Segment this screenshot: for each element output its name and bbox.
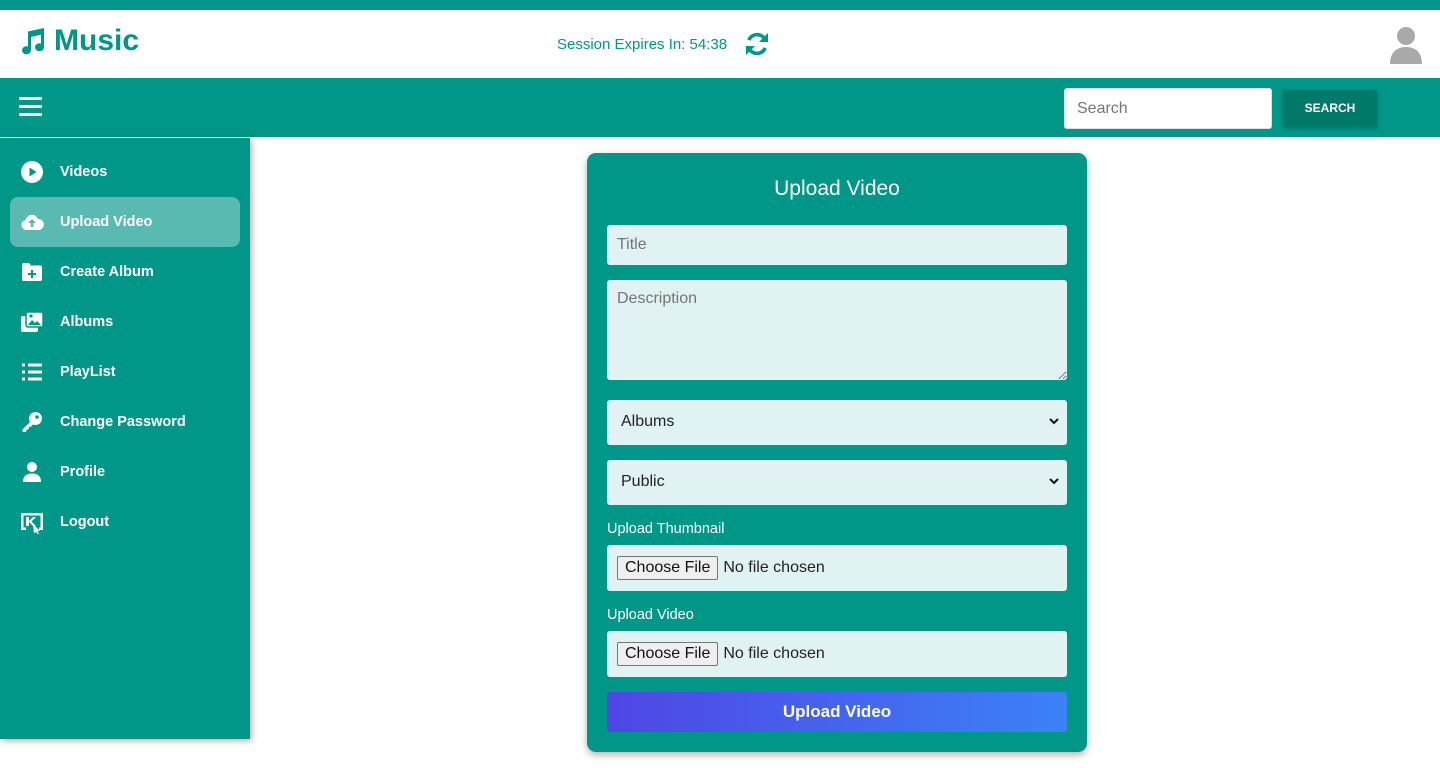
sidebar-item-playlist[interactable]: PlayList (10, 347, 240, 397)
cloud-upload-icon (19, 209, 45, 235)
sidebar-item-label: Albums (60, 314, 114, 330)
form-title: Upload Video (774, 177, 900, 200)
choose-video-button[interactable]: Choose File (617, 642, 719, 666)
sidebar: Videos Upload Video Create Album Albums … (0, 138, 250, 739)
sidebar-item-logout[interactable]: Logout (10, 497, 240, 547)
sidebar-item-label: Profile (60, 464, 106, 480)
sidebar-item-upload-video[interactable]: Upload Video (10, 197, 240, 247)
key-icon (19, 409, 45, 435)
chevron-down-icon (1049, 478, 1059, 485)
play-circle-icon (19, 159, 45, 185)
app-name: Music (54, 24, 140, 57)
hamburger-icon[interactable] (19, 97, 42, 117)
top-accent-bar (0, 0, 1440, 10)
description-textarea[interactable] (607, 280, 1067, 380)
thumbnail-file-status: No file chosen (723, 559, 825, 576)
sidebar-item-label: Change Password (60, 414, 186, 430)
refresh-icon[interactable] (743, 30, 771, 58)
user-icon (19, 459, 45, 485)
upload-video-form: Upload Video Albums Public Upload Thumbn… (587, 153, 1087, 752)
logout-icon (19, 509, 45, 535)
sidebar-item-label: PlayList (60, 364, 116, 380)
sidebar-item-label: Create Album (60, 264, 154, 280)
visibility-select[interactable]: Public (607, 460, 1067, 505)
session-timer: Session Expires In: 54:38 (557, 30, 771, 58)
upload-video-button[interactable]: Upload Video (607, 692, 1067, 732)
user-avatar-icon[interactable] (1388, 24, 1424, 64)
folder-plus-icon (19, 259, 45, 285)
sidebar-item-create-album[interactable]: Create Album (10, 247, 240, 297)
album-select[interactable]: Albums (607, 400, 1067, 445)
search-button[interactable]: SEARCH (1283, 90, 1377, 126)
chevron-down-icon (1049, 418, 1059, 425)
top-navbar: SEARCH (0, 78, 1440, 137)
visibility-select-value: Public (621, 473, 665, 490)
session-label: Session Expires In: 54:38 (557, 35, 728, 53)
header: Music Session Expires In: 54:38 (0, 10, 1440, 78)
sidebar-item-label: Upload Video (60, 214, 153, 230)
album-select-value: Albums (621, 413, 675, 430)
title-input[interactable] (607, 225, 1067, 265)
images-icon (19, 309, 45, 335)
sidebar-item-profile[interactable]: Profile (10, 447, 240, 497)
sidebar-item-label: Logout (60, 514, 110, 530)
thumbnail-file-input: Choose File No file chosen (607, 545, 1067, 591)
search-input[interactable] (1064, 88, 1272, 129)
video-file-input: Choose File No file chosen (607, 631, 1067, 677)
sidebar-item-videos[interactable]: Videos (10, 147, 240, 197)
app-logo[interactable]: Music (16, 24, 139, 58)
sidebar-item-label: Videos (60, 164, 108, 180)
sidebar-item-change-password[interactable]: Change Password (10, 397, 240, 447)
thumbnail-label: Upload Thumbnail (607, 521, 725, 537)
video-label: Upload Video (607, 607, 694, 623)
music-note-icon (22, 28, 45, 55)
sidebar-item-albums[interactable]: Albums (10, 297, 240, 347)
video-file-status: No file chosen (723, 645, 825, 662)
choose-thumbnail-button[interactable]: Choose File (617, 556, 719, 580)
list-icon (19, 359, 45, 385)
